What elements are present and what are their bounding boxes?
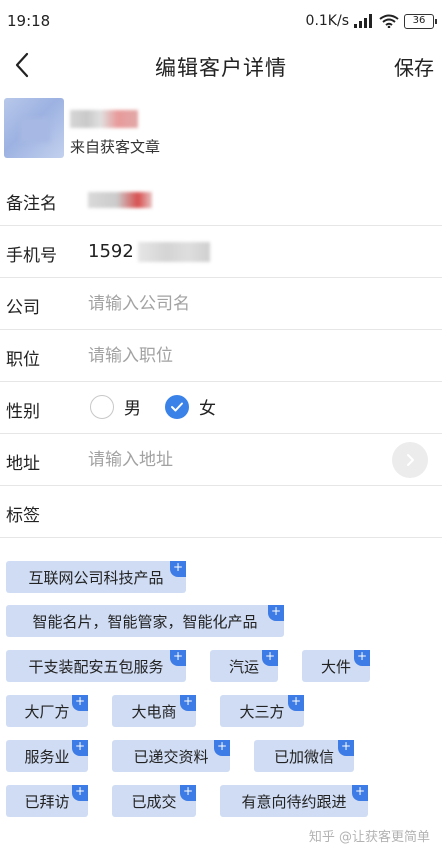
plus-icon[interactable]: + xyxy=(338,740,354,756)
plus-icon[interactable]: + xyxy=(72,785,88,801)
position-row: 职位 xyxy=(0,330,442,382)
tag-label: 大厂方 xyxy=(24,702,70,721)
gender-radio-group: 男 女 xyxy=(90,394,240,419)
tag-item[interactable]: 大厂方 + xyxy=(6,695,88,727)
tag-item[interactable]: 服务业 + xyxy=(6,740,88,772)
tag-item[interactable]: 已递交资料 + xyxy=(112,740,230,772)
address-input[interactable] xyxy=(88,444,378,476)
tag-label: 服务业 xyxy=(24,747,70,766)
remark-value-redacted[interactable] xyxy=(88,192,152,208)
tag-item[interactable]: 大三方 + xyxy=(220,695,304,727)
tag-item[interactable]: 智能名片，智能管家，智能化产品 + xyxy=(6,605,284,637)
save-button[interactable]: 保存 xyxy=(394,52,434,81)
tag-label: 有意向待约跟进 xyxy=(241,792,347,811)
gender-row: 性别 男 女 xyxy=(0,382,442,434)
tags-row: 标签 xyxy=(0,486,442,538)
status-time: 19:18 xyxy=(7,12,51,30)
gender-option-female[interactable]: 女 xyxy=(165,394,216,419)
gender-option-label: 女 xyxy=(199,399,216,419)
plus-icon[interactable]: + xyxy=(268,605,284,621)
position-label: 职位 xyxy=(6,350,40,370)
tag-item[interactable]: 干支装配安五包服务 + xyxy=(6,650,186,682)
gender-option-male[interactable]: 男 xyxy=(90,394,141,419)
status-bar: 19:18 0.1K/s 36 xyxy=(0,0,442,40)
status-indicators: 0.1K/s 36 xyxy=(305,11,437,31)
remark-row: 备注名 xyxy=(0,174,442,226)
gender-option-label: 男 xyxy=(124,399,141,419)
tag-label: 智能名片，智能管家，智能化产品 xyxy=(32,612,258,631)
network-speed: 0.1K/s xyxy=(305,13,349,29)
radio-checked-icon[interactable] xyxy=(165,394,189,419)
page-title: 编辑客户详情 xyxy=(155,56,287,80)
remark-label: 备注名 xyxy=(6,194,57,214)
tag-label: 大电商 xyxy=(131,702,177,721)
page-header: 编辑客户详情 保存 xyxy=(0,40,442,88)
tag-item[interactable]: 已加微信 + xyxy=(254,740,354,772)
tag-item[interactable]: 互联网公司科技产品 + xyxy=(6,561,186,593)
tag-label: 已加微信 xyxy=(273,747,334,766)
battery-icon: 36 xyxy=(404,13,437,29)
tag-label: 大三方 xyxy=(239,702,285,721)
customer-info: 来自获客文章 xyxy=(0,96,442,174)
plus-icon[interactable]: + xyxy=(352,785,368,801)
back-arrow-icon[interactable] xyxy=(8,50,38,80)
tag-item[interactable]: 汽运 + xyxy=(210,650,278,682)
tags-label: 标签 xyxy=(6,506,40,526)
plus-icon[interactable]: + xyxy=(262,650,278,666)
address-row: 地址 xyxy=(0,434,442,486)
company-row: 公司 xyxy=(0,278,442,330)
company-label: 公司 xyxy=(6,298,40,318)
tag-label: 已递交资料 xyxy=(133,747,209,766)
plus-icon[interactable]: + xyxy=(354,650,370,666)
tag-label: 互联网公司科技产品 xyxy=(28,568,164,587)
avatar xyxy=(4,98,64,158)
chevron-right-icon xyxy=(407,454,414,466)
tag-label: 干支装配安五包服务 xyxy=(28,657,164,676)
phone-value[interactable]: 1592 xyxy=(88,241,134,262)
tag-label: 已成交 xyxy=(131,792,177,811)
tag-label: 大件 xyxy=(320,657,351,676)
plus-icon[interactable]: + xyxy=(180,785,196,801)
tag-item[interactable]: 已成交 + xyxy=(112,785,196,817)
position-input[interactable] xyxy=(88,340,378,372)
plus-icon[interactable]: + xyxy=(170,650,186,666)
plus-icon[interactable]: + xyxy=(170,561,186,577)
company-input[interactable] xyxy=(88,288,378,320)
address-label: 地址 xyxy=(6,454,40,474)
tag-label: 汽运 xyxy=(228,657,259,676)
plus-icon[interactable]: + xyxy=(180,695,196,711)
tag-item[interactable]: 已拜访 + xyxy=(6,785,88,817)
radio-unchecked-icon[interactable] xyxy=(90,394,114,419)
checkmark-icon xyxy=(171,402,183,411)
phone-row: 手机号 1592 xyxy=(0,226,442,278)
plus-icon[interactable]: + xyxy=(288,695,304,711)
phone-label: 手机号 xyxy=(6,246,57,266)
tag-label: 已拜访 xyxy=(24,792,70,811)
tag-item[interactable]: 有意向待约跟进 + xyxy=(220,785,368,817)
customer-source: 来自获客文章 xyxy=(70,138,161,156)
plus-icon[interactable]: + xyxy=(72,695,88,711)
gender-label: 性别 xyxy=(6,402,40,422)
wifi-icon xyxy=(379,14,399,28)
signal-icon xyxy=(354,14,372,28)
tag-item[interactable]: 大电商 + xyxy=(112,695,196,727)
phone-value-redacted xyxy=(138,242,210,262)
customer-name-redacted xyxy=(70,110,138,128)
watermark: 知乎 @让获客更简单 xyxy=(308,830,430,845)
address-picker-button[interactable] xyxy=(392,442,428,478)
tag-item[interactable]: 大件 + xyxy=(302,650,370,682)
plus-icon[interactable]: + xyxy=(214,740,230,756)
plus-icon[interactable]: + xyxy=(72,740,88,756)
